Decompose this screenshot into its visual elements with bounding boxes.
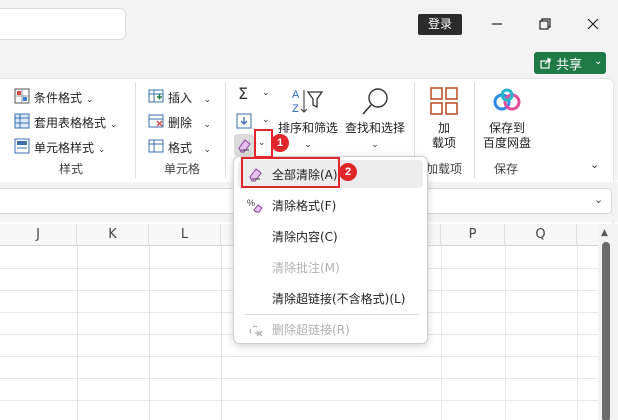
insert-icon bbox=[148, 89, 164, 103]
cells-group-label: 单元格 bbox=[164, 162, 201, 176]
styles-group-label: 样式 bbox=[59, 162, 84, 176]
clear-button[interactable] bbox=[234, 134, 254, 156]
addins-icon bbox=[430, 87, 458, 115]
delete-icon bbox=[148, 114, 164, 128]
sort-filter-label: 排序和筛选 bbox=[277, 121, 338, 135]
svg-text:%: % bbox=[247, 198, 255, 208]
addins-button[interactable]: 加载项 bbox=[424, 121, 464, 151]
share-button[interactable]: 共享 ⌄ bbox=[534, 52, 606, 74]
save-group-label: 保存 bbox=[494, 162, 519, 176]
column-header-k[interactable]: K bbox=[77, 224, 149, 246]
menu-item-label: 清除超链接(不含格式)(L) bbox=[272, 292, 406, 306]
save-to-baidu-button[interactable]: 保存到 百度网盘 bbox=[478, 121, 536, 151]
scroll-up-icon[interactable]: ▲ bbox=[601, 228, 608, 238]
save-label-line2: 百度网盘 bbox=[482, 136, 531, 150]
menu-item-clear-comments: 清除批注(M) bbox=[238, 253, 423, 281]
baidu-netdisk-icon bbox=[493, 88, 521, 111]
title-bar: 登录 bbox=[0, 0, 618, 48]
fill-down-icon bbox=[236, 113, 252, 129]
restore-icon[interactable] bbox=[535, 14, 555, 34]
column-header-q[interactable]: Q bbox=[505, 224, 577, 246]
addins-label-line1: 加 bbox=[437, 121, 450, 135]
login-button[interactable]: 登录 bbox=[418, 14, 462, 35]
magnifier-icon bbox=[362, 88, 388, 115]
ribbon-separator bbox=[135, 82, 136, 178]
svg-text:A: A bbox=[292, 89, 300, 101]
column-header-l[interactable]: L bbox=[149, 224, 221, 246]
column-header-next[interactable] bbox=[577, 224, 598, 246]
menu-item-clear-formats[interactable]: % 清除格式(F) bbox=[238, 191, 423, 219]
menu-item-label: 清除内容(C) bbox=[272, 230, 338, 244]
menu-item-label: 清除格式(F) bbox=[272, 199, 337, 213]
addins-group-label: 加载项 bbox=[426, 162, 463, 176]
addins-label-line2: 载项 bbox=[431, 136, 456, 150]
eraser-icon bbox=[238, 139, 251, 153]
menu-item-clear-contents[interactable]: 清除内容(C) bbox=[238, 222, 423, 250]
ribbon-separator bbox=[225, 82, 226, 178]
annotation-box-2 bbox=[241, 157, 340, 188]
vertical-scrollbar[interactable]: ▲ bbox=[598, 224, 618, 420]
format-icon bbox=[148, 139, 164, 153]
menu-item-clear-hyperlinks[interactable]: 清除超链接(不含格式)(L) bbox=[238, 284, 423, 312]
share-label: 共享 bbox=[556, 58, 583, 73]
menu-item-label: 清除批注(M) bbox=[272, 261, 340, 275]
save-label-line1: 保存到 bbox=[488, 121, 525, 135]
close-icon[interactable] bbox=[583, 14, 603, 34]
column-header-p[interactable]: P bbox=[441, 224, 505, 246]
annotation-badge-1: 1 bbox=[271, 134, 289, 152]
search-input[interactable] bbox=[0, 8, 126, 40]
conditional-format-label: 条件格式 bbox=[34, 91, 83, 105]
table-format-icon bbox=[14, 113, 30, 129]
sigma-icon: Σ bbox=[238, 84, 249, 103]
cell-style-label: 单元格样式 bbox=[34, 141, 95, 155]
menu-item-remove-hyperlinks: 删除超链接(R) bbox=[238, 315, 423, 343]
scroll-thumb[interactable] bbox=[602, 242, 610, 420]
column-header-j[interactable]: J bbox=[0, 224, 77, 246]
ribbon-collapse-icon[interactable]: ⌄ bbox=[590, 158, 599, 171]
remove-link-icon bbox=[249, 325, 263, 337]
conditional-format-icon bbox=[14, 88, 30, 104]
formula-expand-icon[interactable]: ⌄ bbox=[594, 193, 603, 206]
annotation-badge-2: 2 bbox=[339, 163, 357, 181]
insert-label: 插入 bbox=[168, 91, 193, 105]
find-select-button[interactable]: 查找和选择 ⌄ bbox=[340, 121, 410, 153]
cell-style-icon bbox=[14, 138, 30, 154]
clear-format-icon: % bbox=[247, 198, 263, 213]
ribbon-separator bbox=[474, 82, 475, 178]
find-select-label: 查找和选择 bbox=[344, 121, 405, 135]
fill-button[interactable]: ⌄ bbox=[236, 111, 276, 131]
format-label: 格式 bbox=[168, 141, 193, 155]
svg-text:Z: Z bbox=[292, 103, 299, 115]
menu-item-label: 删除超链接(R) bbox=[272, 323, 350, 337]
share-icon bbox=[540, 58, 551, 69]
delete-label: 删除 bbox=[168, 116, 193, 130]
autosum-button[interactable]: Σ ⌄ bbox=[236, 84, 276, 104]
sort-filter-icon: AZ bbox=[292, 89, 324, 115]
chevron-down-icon: ⌄ bbox=[594, 56, 603, 67]
table-format-label: 套用表格格式 bbox=[34, 116, 107, 130]
minimize-icon[interactable] bbox=[487, 14, 507, 34]
